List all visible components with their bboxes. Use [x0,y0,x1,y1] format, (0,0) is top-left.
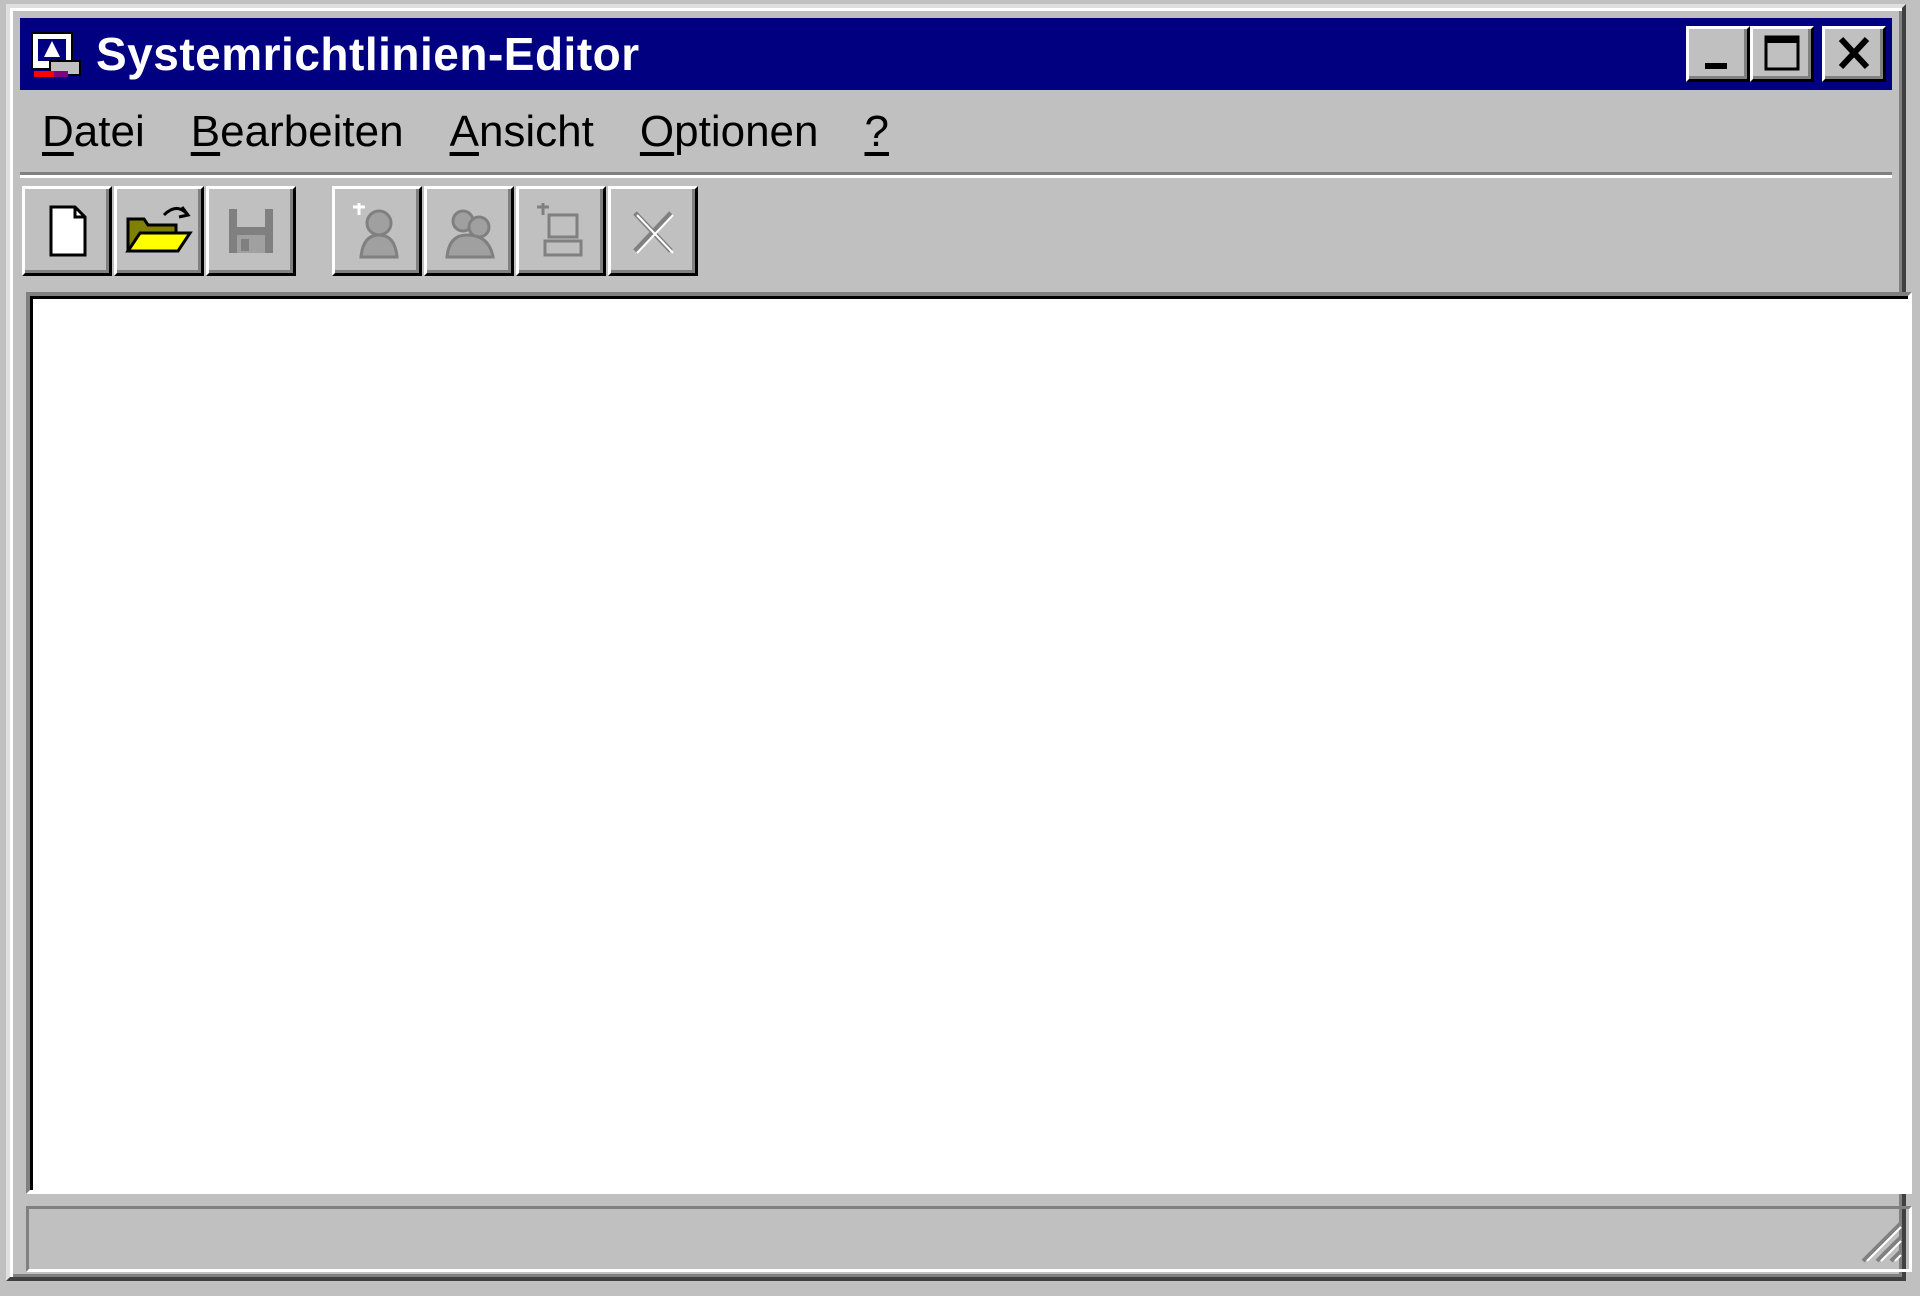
new-button[interactable] [22,186,112,276]
close-button[interactable] [1822,26,1886,82]
maximize-button[interactable] [1750,26,1814,82]
minimize-icon [1705,63,1727,69]
minimize-button[interactable] [1686,26,1750,82]
add-group-button[interactable] [424,186,514,276]
window-controls [1686,26,1886,82]
app-window: Systemrichtlinien-Editor Datei Bearbeite… [6,4,1912,1281]
window-title: Systemrichtlinien-Editor [96,28,640,80]
menu-label: atei [73,107,145,156]
menu-help[interactable]: ? [842,107,910,157]
add-user-icon [353,203,399,259]
add-user-button[interactable] [332,186,422,276]
add-computer-button[interactable] [516,186,606,276]
remove-x-icon [633,211,674,254]
menu-ansicht[interactable]: Ansicht [428,107,616,157]
policy-content-area[interactable] [26,292,1912,1194]
add-group-icon [445,209,495,259]
open-folder-icon [125,206,193,253]
save-disk-icon [229,209,273,253]
close-icon [1838,36,1870,70]
menu-optionen[interactable]: Optionen [618,107,841,157]
remove-button[interactable] [608,186,698,276]
menu-label: ptionen [674,107,819,156]
status-bar [26,1206,1912,1272]
menu-bearbeiten[interactable]: Bearbeiten [169,107,426,157]
open-button[interactable] [114,186,204,276]
policy-editor-app-icon[interactable] [30,27,84,81]
maximize-icon [1764,35,1800,71]
menu-accel: ? [864,107,889,156]
menu-accel: D [42,107,74,156]
resize-grip-icon[interactable] [1853,1213,1905,1265]
menu-accel: O [639,107,675,156]
save-button[interactable] [206,186,296,276]
menu-label: earbeiten [220,107,404,156]
menu-accel: A [449,107,479,156]
menu-toolbar-divider [20,172,1892,178]
menu-label: nsicht [478,107,594,156]
menu-datei[interactable]: Datei [20,107,167,157]
menu-bar: Datei Bearbeiten Ansicht Optionen ? [20,96,1892,168]
add-computer-icon [537,203,583,257]
title-bar[interactable]: Systemrichtlinien-Editor [20,18,1892,90]
menu-accel: B [190,107,221,156]
new-document-icon [49,205,87,257]
toolbar [20,186,1892,282]
